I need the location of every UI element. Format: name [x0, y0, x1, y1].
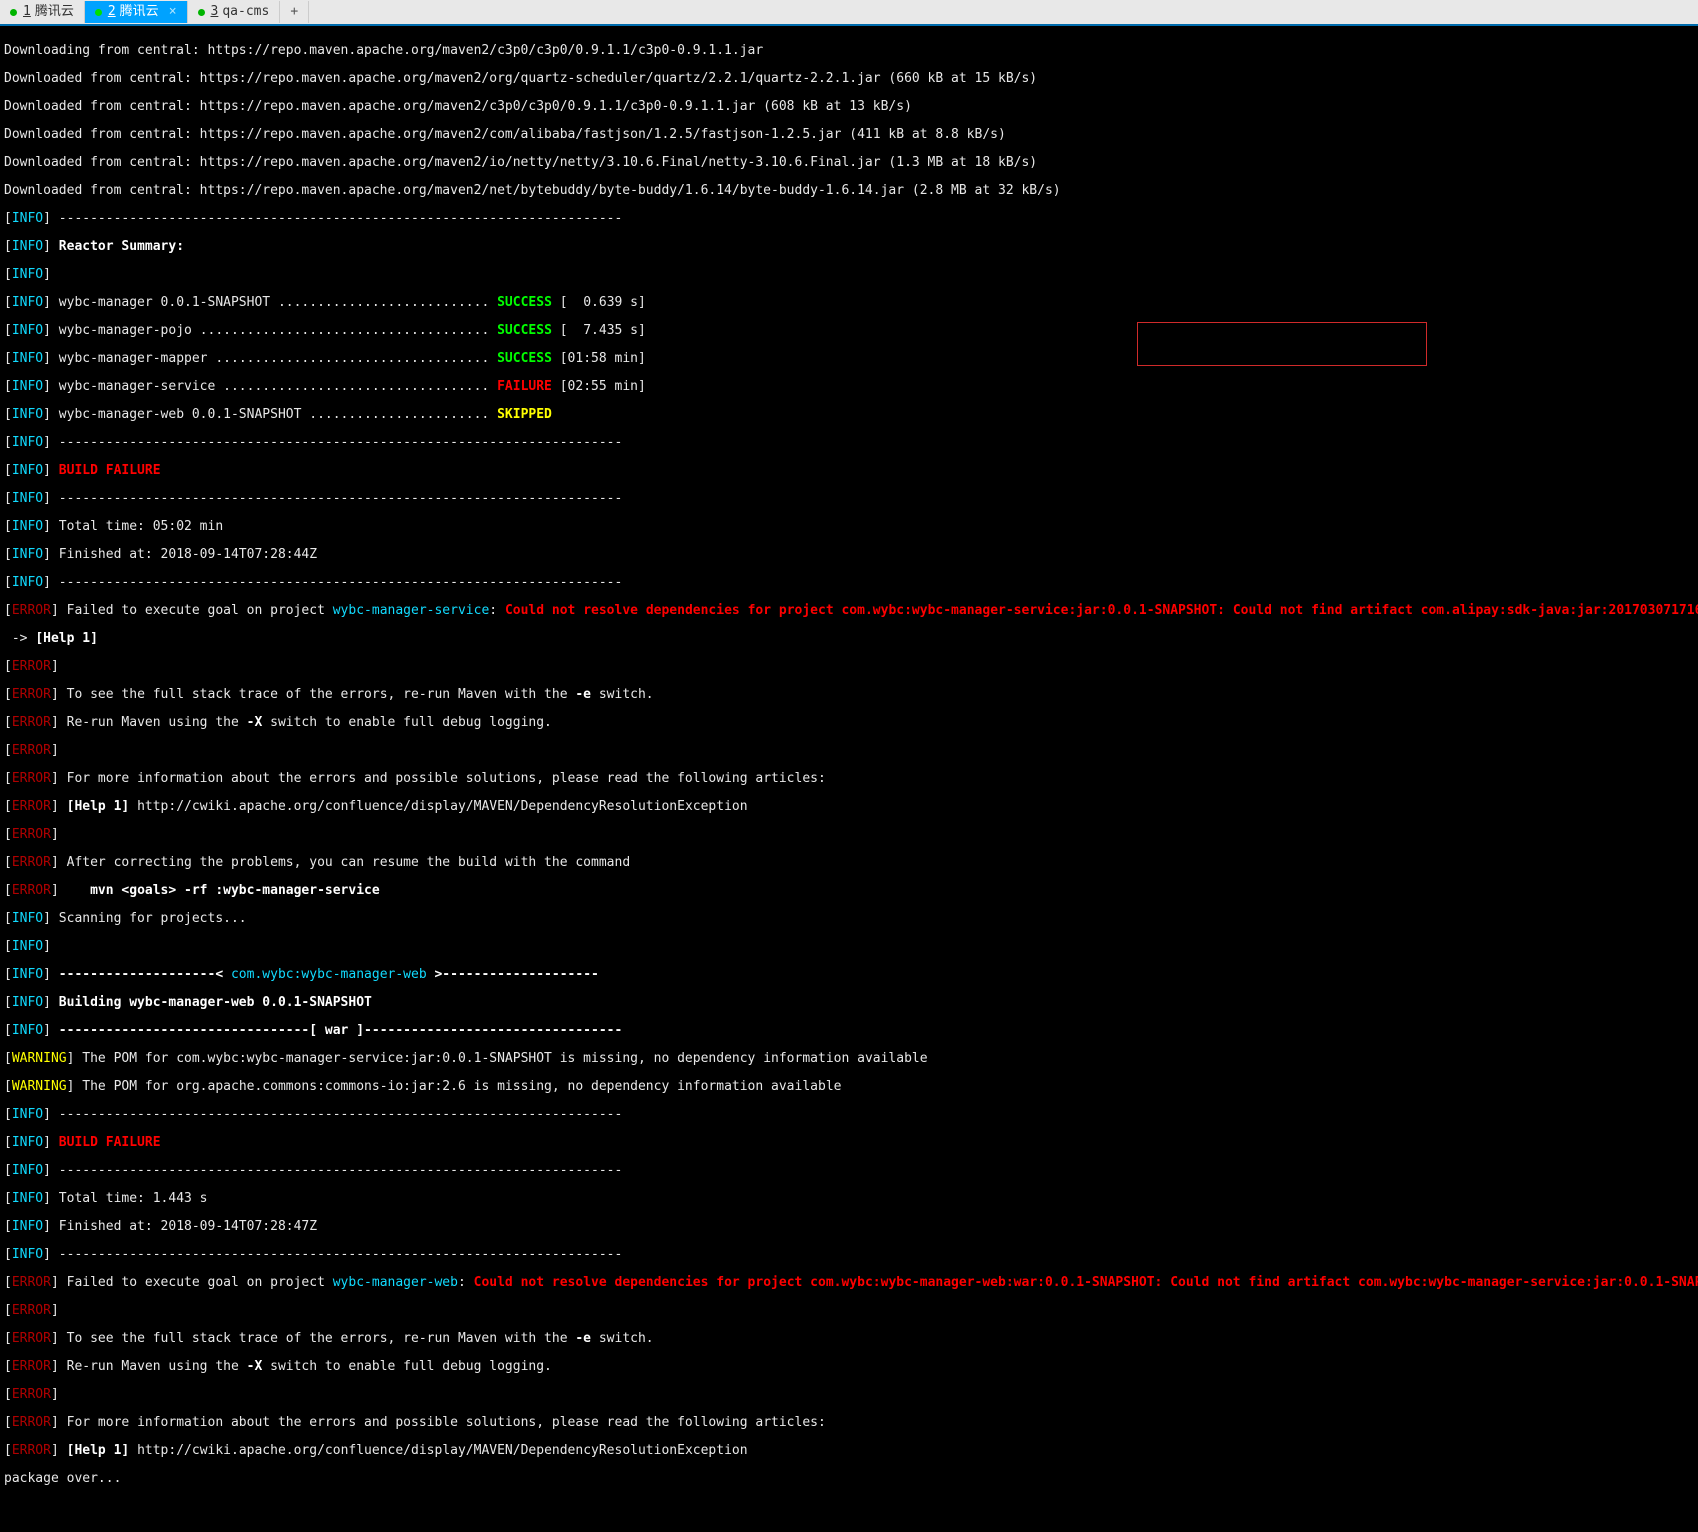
log-line: [INFO] --------------------------------[…: [4, 1024, 1696, 1038]
tab-1[interactable]: 1 腾讯云: [0, 1, 85, 23]
log-line: [ERROR] Re-run Maven using the -X switch…: [4, 1360, 1696, 1374]
tab-label: qa-cms: [222, 5, 269, 19]
log-line: [INFO] ---------------------------------…: [4, 436, 1696, 450]
log-line: Downloaded from central: https://repo.ma…: [4, 72, 1696, 86]
status-dot-icon: [198, 9, 205, 16]
log-line: [ERROR] Failed to execute goal on projec…: [4, 1276, 1696, 1290]
log-line: [INFO] Building wybc-manager-web 0.0.1-S…: [4, 996, 1696, 1010]
reactor-row: [INFO] wybc-manager-web 0.0.1-SNAPSHOT .…: [4, 408, 1696, 422]
status-success: SUCCESS: [497, 295, 552, 310]
log-line: [ERROR]: [4, 828, 1696, 842]
log-line: [ERROR]: [4, 744, 1696, 758]
log-line: [INFO]: [4, 268, 1696, 282]
tab-index: 1: [23, 5, 31, 19]
log-line: [ERROR] Failed to execute goal on projec…: [4, 604, 1696, 618]
log-line: [INFO] --------------------< com.wybc:wy…: [4, 968, 1696, 982]
log-line: [INFO] Total time: 05:02 min: [4, 520, 1696, 534]
log-line: [ERROR]: [4, 1304, 1696, 1318]
tab-index: 2: [108, 5, 116, 19]
tab-label: 腾讯云: [120, 5, 159, 19]
log-line: [INFO] ---------------------------------…: [4, 1108, 1696, 1122]
log-line: package over...: [4, 1472, 1696, 1486]
log-line: [ERROR] For more information about the e…: [4, 772, 1696, 786]
status-success: SUCCESS: [497, 323, 552, 338]
log-line: [INFO] Finished at: 2018-09-14T07:28:47Z: [4, 1220, 1696, 1234]
info-tag: INFO: [12, 239, 43, 254]
new-tab-button[interactable]: +: [280, 1, 309, 23]
reactor-row: [INFO] wybc-manager-pojo ...............…: [4, 324, 1696, 338]
log-line: -> [Help 1]: [4, 632, 1696, 646]
log-line: [ERROR] After correcting the problems, y…: [4, 856, 1696, 870]
status-success: SUCCESS: [497, 351, 552, 366]
log-line: [INFO] Reactor Summary:: [4, 240, 1696, 254]
log-line: [INFO] BUILD FAILURE: [4, 1136, 1696, 1150]
log-line: [INFO] Total time: 1.443 s: [4, 1192, 1696, 1206]
log-line: [ERROR] To see the full stack trace of t…: [4, 1332, 1696, 1346]
tab-3[interactable]: 3 qa-cms: [188, 1, 281, 23]
log-line: [ERROR] Re-run Maven using the -X switch…: [4, 716, 1696, 730]
reactor-row: [INFO] wybc-manager-service ............…: [4, 380, 1696, 394]
log-line: [INFO]: [4, 940, 1696, 954]
build-failure: BUILD FAILURE: [51, 1135, 161, 1150]
close-icon[interactable]: ×: [169, 5, 177, 19]
info-tag: INFO: [12, 211, 43, 226]
warning-tag: WARNING: [12, 1051, 67, 1066]
info-tag: INFO: [12, 267, 43, 282]
log-line: [ERROR] [Help 1] http://cwiki.apache.org…: [4, 800, 1696, 814]
log-line: [INFO] Scanning for projects...: [4, 912, 1696, 926]
log-line: [INFO] ---------------------------------…: [4, 1164, 1696, 1178]
log-line: Downloaded from central: https://repo.ma…: [4, 128, 1696, 142]
error-tag: ERROR: [12, 603, 51, 618]
tab-label: 腾讯云: [35, 5, 74, 19]
status-failure: FAILURE: [497, 379, 552, 394]
log-line: [WARNING] The POM for org.apache.commons…: [4, 1080, 1696, 1094]
log-line: [ERROR]: [4, 660, 1696, 674]
log-line: [ERROR] To see the full stack trace of t…: [4, 688, 1696, 702]
warning-tag: WARNING: [12, 1079, 67, 1094]
terminal-output[interactable]: Downloading from central: https://repo.m…: [0, 26, 1698, 1532]
log-line: [INFO] Finished at: 2018-09-14T07:28:44Z: [4, 548, 1696, 562]
log-line: [INFO] ---------------------------------…: [4, 492, 1696, 506]
log-line: [ERROR]: [4, 1388, 1696, 1402]
log-line: [INFO] ---------------------------------…: [4, 1248, 1696, 1262]
log-line: Downloaded from central: https://repo.ma…: [4, 100, 1696, 114]
build-failure: BUILD FAILURE: [51, 463, 161, 478]
reactor-row: [INFO] wybc-manager-mapper .............…: [4, 352, 1696, 366]
log-line: [INFO] BUILD FAILURE: [4, 464, 1696, 478]
status-skipped: SKIPPED: [497, 407, 552, 422]
log-line: [WARNING] The POM for com.wybc:wybc-mana…: [4, 1052, 1696, 1066]
tab-2[interactable]: 2 腾讯云 ×: [85, 1, 188, 23]
log-line: Downloaded from central: https://repo.ma…: [4, 156, 1696, 170]
log-line: [ERROR] For more information about the e…: [4, 1416, 1696, 1430]
log-line: [INFO] ---------------------------------…: [4, 576, 1696, 590]
status-dot-icon: [95, 9, 102, 16]
log-line: [ERROR] [Help 1] http://cwiki.apache.org…: [4, 1444, 1696, 1458]
log-line: [ERROR] mvn <goals> -rf :wybc-manager-se…: [4, 884, 1696, 898]
reactor-row: [INFO] wybc-manager 0.0.1-SNAPSHOT .....…: [4, 296, 1696, 310]
log-line: [INFO] ---------------------------------…: [4, 212, 1696, 226]
tab-bar: 1 腾讯云 2 腾讯云 × 3 qa-cms +: [0, 0, 1698, 26]
log-line: Downloading from central: https://repo.m…: [4, 44, 1696, 58]
status-dot-icon: [10, 9, 17, 16]
tab-index: 3: [211, 5, 219, 19]
log-line: Downloaded from central: https://repo.ma…: [4, 184, 1696, 198]
